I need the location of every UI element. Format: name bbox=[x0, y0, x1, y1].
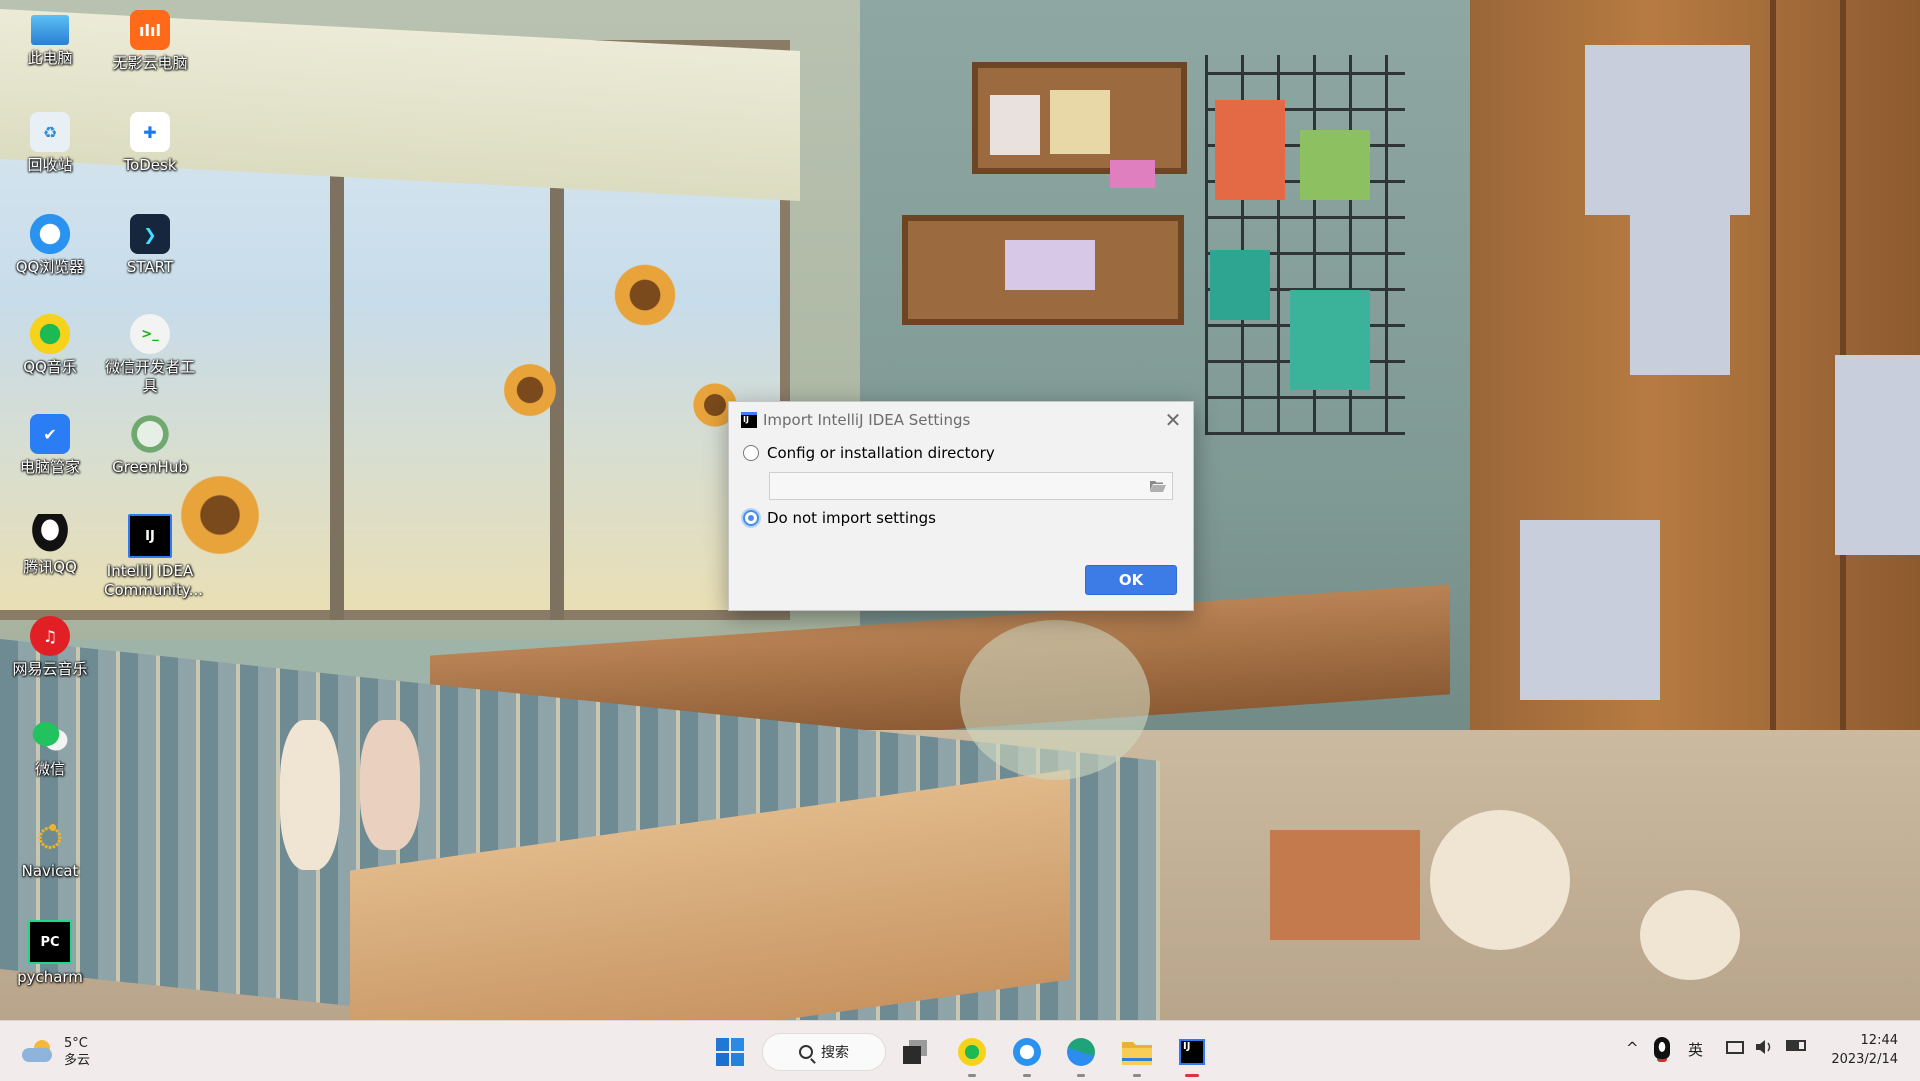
volume-icon[interactable] bbox=[1756, 1039, 1774, 1059]
clock-date: 2023/2/14 bbox=[1831, 1052, 1898, 1067]
qq-music-icon bbox=[958, 1038, 986, 1066]
desktop-icon-label: 腾讯QQ bbox=[23, 558, 77, 576]
desktop-icon-pycharm[interactable]: PC pycharm bbox=[4, 920, 96, 987]
search-icon bbox=[799, 1045, 813, 1059]
weather-description: 多云 bbox=[64, 1053, 91, 1068]
desktop-icon-qq-browser[interactable]: QQ浏览器 bbox=[4, 214, 96, 277]
active-indicator bbox=[1185, 1074, 1199, 1077]
folder-open-icon[interactable] bbox=[1150, 480, 1166, 492]
qq-browser-icon bbox=[1013, 1038, 1041, 1066]
cloudy-weather-icon bbox=[22, 1040, 56, 1064]
battery-icon[interactable] bbox=[1786, 1040, 1806, 1051]
task-view-icon bbox=[903, 1040, 927, 1064]
netease-music-icon: ♫ bbox=[30, 616, 70, 656]
dialog-titlebar[interactable]: IJ Import IntelliJ IDEA Settings ✕ bbox=[729, 402, 1193, 438]
taskbar-app-file-explorer[interactable] bbox=[1120, 1035, 1154, 1077]
input-method-indicator[interactable]: 英 bbox=[1688, 1039, 1703, 1060]
taskbar-search[interactable]: 搜索 bbox=[762, 1033, 886, 1071]
qq-penguin-icon bbox=[30, 514, 70, 554]
search-label: 搜索 bbox=[821, 1045, 849, 1061]
desktop-icon-greenhub[interactable]: GreenHub bbox=[104, 414, 196, 477]
desktop-icon-label: 网易云音乐 bbox=[12, 660, 88, 678]
desktop-icon-recycle-bin[interactable]: ♻ 回收站 bbox=[4, 112, 96, 175]
desktop-icon-wuying[interactable]: ılıl 无影云电脑 bbox=[104, 10, 196, 73]
clock-time: 12:44 bbox=[1860, 1033, 1898, 1048]
desktop-icon-navicat[interactable]: ഀ Navicat bbox=[4, 818, 96, 881]
tray-qq-icon[interactable] bbox=[1654, 1037, 1670, 1059]
desktop-icon-label: GreenHub bbox=[112, 458, 188, 476]
desktop-icon-label: QQ浏览器 bbox=[15, 258, 85, 276]
dialog-title: Import IntelliJ IDEA Settings bbox=[763, 411, 971, 429]
option-config-label: Config or installation directory bbox=[767, 444, 995, 462]
folder-icon bbox=[1122, 1042, 1152, 1065]
intellij-icon: IJ bbox=[1179, 1039, 1205, 1065]
computer-icon bbox=[31, 15, 69, 45]
taskbar-app-qq-browser[interactable] bbox=[1010, 1035, 1044, 1077]
directory-input[interactable] bbox=[769, 472, 1173, 500]
option-config-directory[interactable]: Config or installation directory bbox=[743, 442, 995, 464]
taskbar-app-edge[interactable] bbox=[1064, 1035, 1098, 1077]
radio-config-directory[interactable] bbox=[743, 445, 759, 461]
desktop-icon-intellij[interactable]: IJ IntelliJ IDEA Community... bbox=[104, 514, 203, 600]
start-button[interactable] bbox=[713, 1035, 747, 1069]
system-clock[interactable]: 12:44 2023/2/14 bbox=[1831, 1031, 1898, 1069]
running-indicator bbox=[1023, 1074, 1031, 1077]
qq-penguin-icon bbox=[1654, 1037, 1670, 1059]
windows-logo-icon bbox=[716, 1038, 744, 1066]
desktop-icon-label: START bbox=[126, 258, 174, 276]
running-indicator bbox=[1077, 1074, 1085, 1077]
ok-button[interactable]: OK bbox=[1085, 565, 1177, 595]
pc-manager-icon: ✔ bbox=[30, 414, 70, 454]
import-settings-dialog: IJ Import IntelliJ IDEA Settings ✕ Confi… bbox=[728, 401, 1194, 611]
desktop-icon-label: pycharm bbox=[17, 968, 83, 986]
pycharm-icon: PC bbox=[28, 920, 72, 964]
desktop-icon-label: QQ音乐 bbox=[23, 358, 77, 376]
desktop-icon-label: 无影云电脑 bbox=[112, 54, 188, 72]
edge-browser-icon bbox=[1067, 1038, 1095, 1066]
option-do-not-import[interactable]: Do not import settings bbox=[743, 507, 936, 529]
task-view-button[interactable] bbox=[899, 1035, 933, 1069]
greenhub-icon bbox=[130, 414, 170, 454]
intellij-icon: IJ bbox=[128, 514, 172, 558]
desktop-icon-label: ToDesk bbox=[123, 156, 177, 174]
qq-browser-icon bbox=[30, 214, 70, 254]
qq-music-icon bbox=[30, 314, 70, 354]
desktop-icon-start[interactable]: ❯ START bbox=[104, 214, 196, 277]
taskbar-app-intellij[interactable]: IJ bbox=[1175, 1035, 1209, 1077]
desktop-icon-pc-manager[interactable]: ✔ 电脑管家 bbox=[4, 414, 96, 477]
desktop-icon-label: IntelliJ IDEA Community... bbox=[104, 562, 203, 599]
desktop-icon-qq-music[interactable]: QQ音乐 bbox=[4, 314, 96, 377]
desktop-icon-label: 微信 bbox=[34, 760, 65, 778]
desktop-icon-label: Navicat bbox=[21, 862, 79, 880]
recycle-bin-icon: ♻ bbox=[30, 112, 70, 152]
desktop-icon-todesk[interactable]: ✚ ToDesk bbox=[104, 112, 196, 175]
close-icon[interactable]: ✕ bbox=[1161, 408, 1185, 432]
navicat-icon: ഀ bbox=[38, 820, 62, 856]
network-icon[interactable] bbox=[1726, 1041, 1744, 1054]
wechat-icon bbox=[30, 716, 70, 756]
desktop-icon-wechat[interactable]: 微信 bbox=[4, 716, 96, 779]
radio-do-not-import[interactable] bbox=[743, 510, 759, 526]
wuying-cloud-icon: ılıl bbox=[130, 10, 170, 50]
desktop-icon-qq[interactable]: 腾讯QQ bbox=[4, 514, 96, 577]
taskbar: 5°C 多云 搜索 IJ ^ 英 12:44 2023/2/14 bbox=[0, 1020, 1920, 1081]
desktop-icon-wechat-devtools[interactable]: >_ 微信开发者工具 bbox=[104, 314, 196, 396]
wechat-devtools-icon: >_ bbox=[130, 314, 170, 354]
taskbar-app-qq-music[interactable] bbox=[955, 1035, 989, 1077]
running-indicator bbox=[1133, 1074, 1141, 1077]
weather-widget[interactable]: 5°C 多云 bbox=[22, 1035, 90, 1069]
desktop-icon-label: 电脑管家 bbox=[19, 458, 80, 476]
desktop-icon-label: 此电脑 bbox=[27, 49, 73, 67]
desktop-icon-this-pc[interactable]: 此电脑 bbox=[4, 10, 96, 68]
weather-temperature: 5°C bbox=[64, 1036, 88, 1051]
todesk-icon: ✚ bbox=[130, 112, 170, 152]
running-indicator bbox=[968, 1074, 976, 1077]
desktop-icon-netease-music[interactable]: ♫ 网易云音乐 bbox=[4, 616, 96, 679]
start-app-icon: ❯ bbox=[130, 214, 170, 254]
option-no-import-label: Do not import settings bbox=[767, 509, 936, 527]
desktop-icon-label: 微信开发者工具 bbox=[104, 358, 195, 395]
intellij-logo-icon: IJ bbox=[741, 412, 757, 428]
tray-overflow-chevron[interactable]: ^ bbox=[1626, 1039, 1639, 1057]
desktop-icon-label: 回收站 bbox=[27, 156, 73, 174]
